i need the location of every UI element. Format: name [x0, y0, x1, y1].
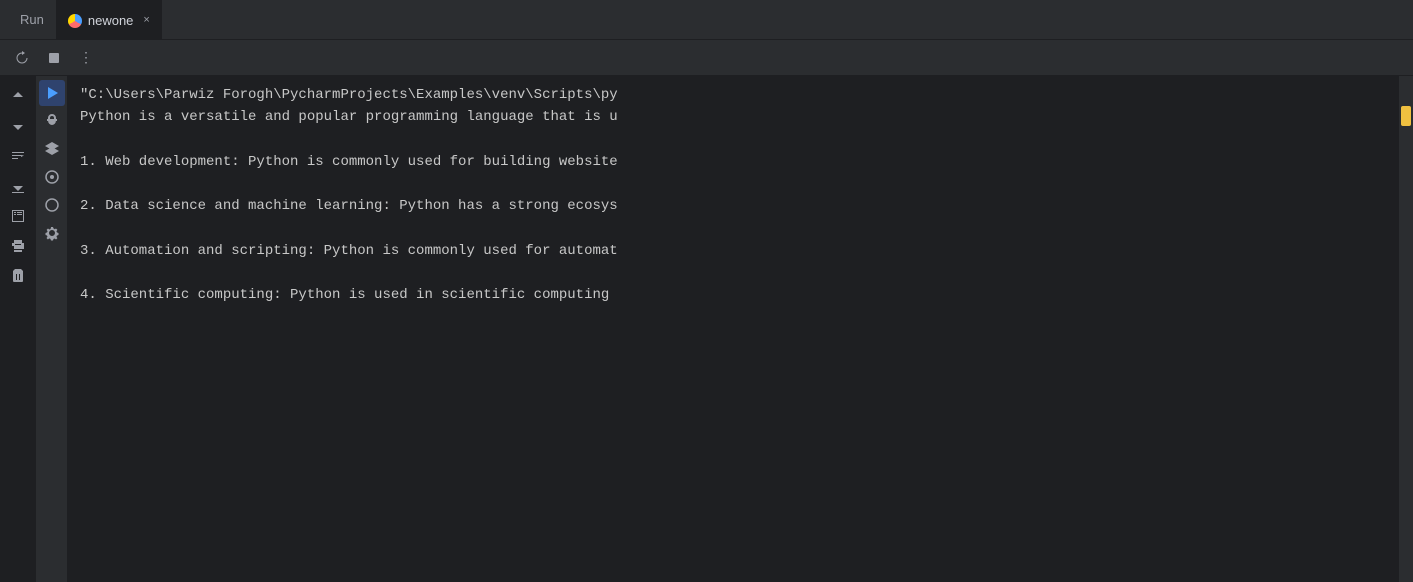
settings-icon [44, 225, 60, 241]
error-icon [44, 197, 60, 213]
play-icon [44, 85, 60, 101]
console-button[interactable] [6, 204, 30, 228]
scroll-end-button[interactable] [6, 174, 30, 198]
console-line-3: 1. Web development: Python is commonly u… [80, 151, 1391, 173]
console-line-4 [80, 173, 1391, 195]
rerun-icon [14, 50, 30, 66]
error-icon-btn[interactable] [39, 192, 65, 218]
print-button[interactable] [6, 234, 30, 258]
console-line-8 [80, 262, 1391, 284]
profile-icon [44, 169, 60, 185]
console-line-9: 4. Scientific computing: Python is used … [80, 284, 1391, 306]
profile-icon-btn[interactable] [39, 164, 65, 190]
tab-bar: Run newone × [0, 0, 1413, 40]
console-icon [10, 208, 26, 224]
tab-close-button[interactable]: × [143, 15, 149, 26]
toolbar: ⋮ [0, 40, 1413, 76]
scrollbar-marker [1401, 106, 1411, 126]
stop-button[interactable] [40, 44, 68, 72]
debug-icon-btn[interactable] [39, 108, 65, 134]
console-content: "C:\Users\Parwiz Forogh\PycharmProjects\… [68, 76, 1399, 582]
more-options-button[interactable]: ⋮ [72, 44, 100, 72]
rerun-button[interactable] [8, 44, 36, 72]
soft-wrap-icon [10, 148, 26, 164]
soft-wrap-button[interactable] [6, 144, 30, 168]
console-line-7: 3. Automation and scripting: Python is c… [80, 240, 1391, 262]
action-sidebar [0, 76, 36, 582]
tab-python-icon [68, 14, 82, 28]
right-scrollbar[interactable] [1399, 76, 1413, 582]
scroll-down-icon [10, 118, 26, 134]
console-line-2 [80, 129, 1391, 151]
clear-button[interactable] [6, 264, 30, 288]
console-line-1: Python is a versatile and popular progra… [80, 106, 1391, 128]
bug-icon [44, 113, 60, 129]
print-icon [10, 238, 26, 254]
run-sidebar [36, 76, 68, 582]
console-area: "C:\Users\Parwiz Forogh\PycharmProjects\… [68, 76, 1413, 582]
console-line-0: "C:\Users\Parwiz Forogh\PycharmProjects\… [80, 84, 1391, 106]
clear-icon [10, 268, 26, 284]
run-active-icon[interactable] [39, 80, 65, 106]
settings-icon-btn[interactable] [39, 220, 65, 246]
scroll-up-icon [10, 88, 26, 104]
scroll-down-button[interactable] [6, 114, 30, 138]
main-area: "C:\Users\Parwiz Forogh\PycharmProjects\… [0, 76, 1413, 582]
layers-icon-btn[interactable] [39, 136, 65, 162]
layers-icon [44, 141, 60, 157]
stop-icon [46, 50, 62, 66]
tab-active-label: newone [88, 13, 134, 28]
tab-run[interactable]: Run [8, 0, 56, 39]
tab-active[interactable]: newone × [56, 0, 162, 39]
scroll-end-icon [10, 178, 26, 194]
tab-run-label: Run [20, 12, 44, 27]
console-line-6 [80, 218, 1391, 240]
more-options-icon: ⋮ [79, 49, 93, 66]
console-line-5: 2. Data science and machine learning: Py… [80, 195, 1391, 217]
scroll-up-button[interactable] [6, 84, 30, 108]
